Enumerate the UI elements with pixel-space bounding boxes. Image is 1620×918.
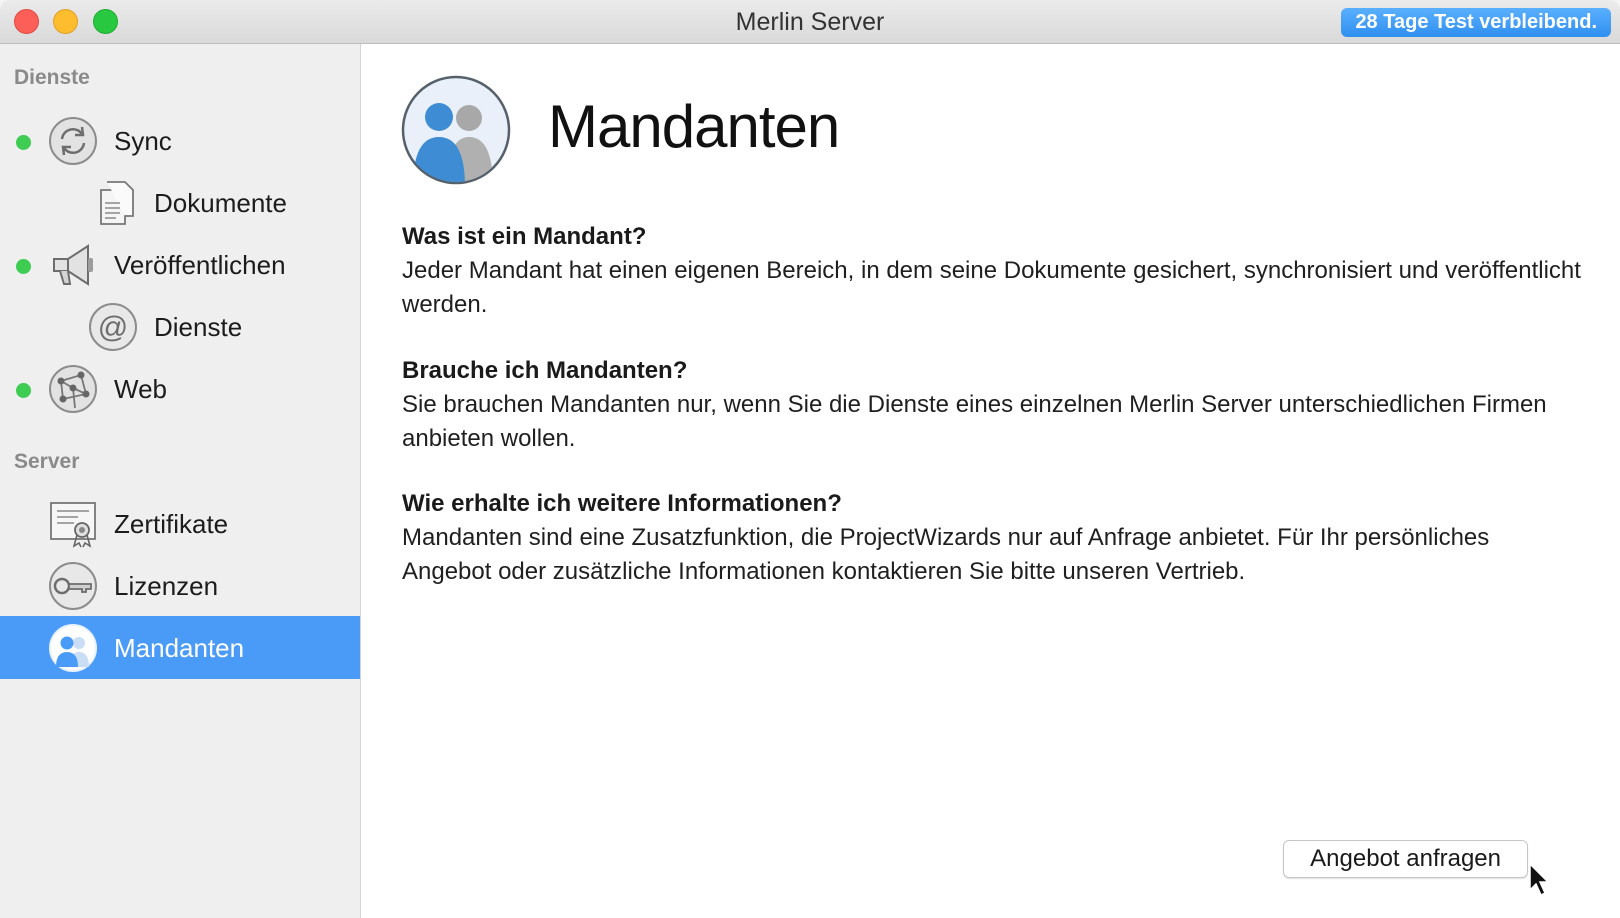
- sidebar-item-label: Veröffentlichen: [114, 250, 286, 280]
- faq-section-what: Was ist ein Mandant? Jeder Mandant hat e…: [402, 220, 1582, 322]
- users-icon: [49, 624, 97, 672]
- app-window: Merlin Server 28 Tage Test verbleibend. …: [0, 0, 1620, 918]
- trial-badge[interactable]: 28 Tage Test verbleibend.: [1341, 8, 1611, 37]
- sidebar-item-mandanten[interactable]: Mandanten: [0, 616, 360, 679]
- title-bar[interactable]: Merlin Server 28 Tage Test verbleibend.: [0, 0, 1620, 44]
- faq-question: Wie erhalte ich weitere Informationen?: [402, 490, 842, 517]
- megaphone-icon: [53, 244, 93, 286]
- network-globe-icon: [49, 365, 97, 413]
- sidebar-item-label: Dienste: [154, 312, 243, 342]
- sidebar-item-label: Dokumente: [154, 188, 287, 218]
- faq-question: Was ist ein Mandant?: [402, 223, 647, 250]
- sidebar-item-sync[interactable]: Sync: [0, 109, 360, 172]
- sidebar: Dienste Sync Dokumente Veröffentlichen @…: [0, 44, 361, 918]
- status-active-indicator: [16, 135, 31, 150]
- certificate-icon: [50, 502, 96, 548]
- faq-section-info: Wie erhalte ich weitere Informationen? M…: [402, 487, 1582, 589]
- sidebar-item-web[interactable]: Web: [0, 357, 360, 420]
- faq-question: Brauche ich Mandanten?: [402, 357, 688, 384]
- sidebar-section-dienste: Dienste: [14, 66, 90, 89]
- at-sign-icon: @: [89, 303, 137, 351]
- sidebar-item-label: Sync: [114, 126, 172, 156]
- faq-answer: Jeder Mandant hat einen eigenen Bereich,…: [402, 257, 1581, 318]
- sync-icon: [49, 117, 97, 165]
- sidebar-section-server: Server: [14, 450, 80, 473]
- sidebar-item-lizenzen[interactable]: Lizenzen: [0, 554, 360, 617]
- sidebar-item-label: Zertifikate: [114, 509, 229, 539]
- sidebar-item-dokumente[interactable]: Dokumente: [0, 171, 360, 234]
- faq-answer: Mandanten sind eine Zusatzfunktion, die …: [402, 524, 1490, 585]
- users-icon: [401, 75, 511, 185]
- content-pane: Mandanten Was ist ein Mandant? Jeder Man…: [361, 44, 1620, 918]
- sidebar-item-veroeffentlichen[interactable]: Veröffentlichen: [0, 233, 360, 296]
- key-icon: [49, 562, 97, 610]
- sidebar-item-label: Mandanten: [114, 633, 245, 663]
- sidebar-item-zertifikate[interactable]: Zertifikate: [0, 492, 360, 555]
- status-active-indicator: [16, 259, 31, 274]
- sidebar-item-label: Web: [114, 374, 167, 404]
- document-icon: [100, 181, 134, 225]
- status-active-indicator: [16, 383, 31, 398]
- faq-section-need: Brauche ich Mandanten? Sie brauchen Mand…: [402, 354, 1582, 456]
- faq-answer: Sie brauchen Mandanten nur, wenn Sie die…: [402, 391, 1547, 452]
- request-offer-button[interactable]: Angebot anfragen: [1283, 840, 1528, 878]
- sidebar-item-label: Lizenzen: [114, 571, 219, 601]
- svg-text:@: @: [98, 311, 128, 344]
- sidebar-item-dienste[interactable]: @ Dienste: [0, 295, 360, 358]
- page-title: Mandanten: [548, 93, 840, 160]
- mouse-pointer-icon: [1529, 862, 1550, 897]
